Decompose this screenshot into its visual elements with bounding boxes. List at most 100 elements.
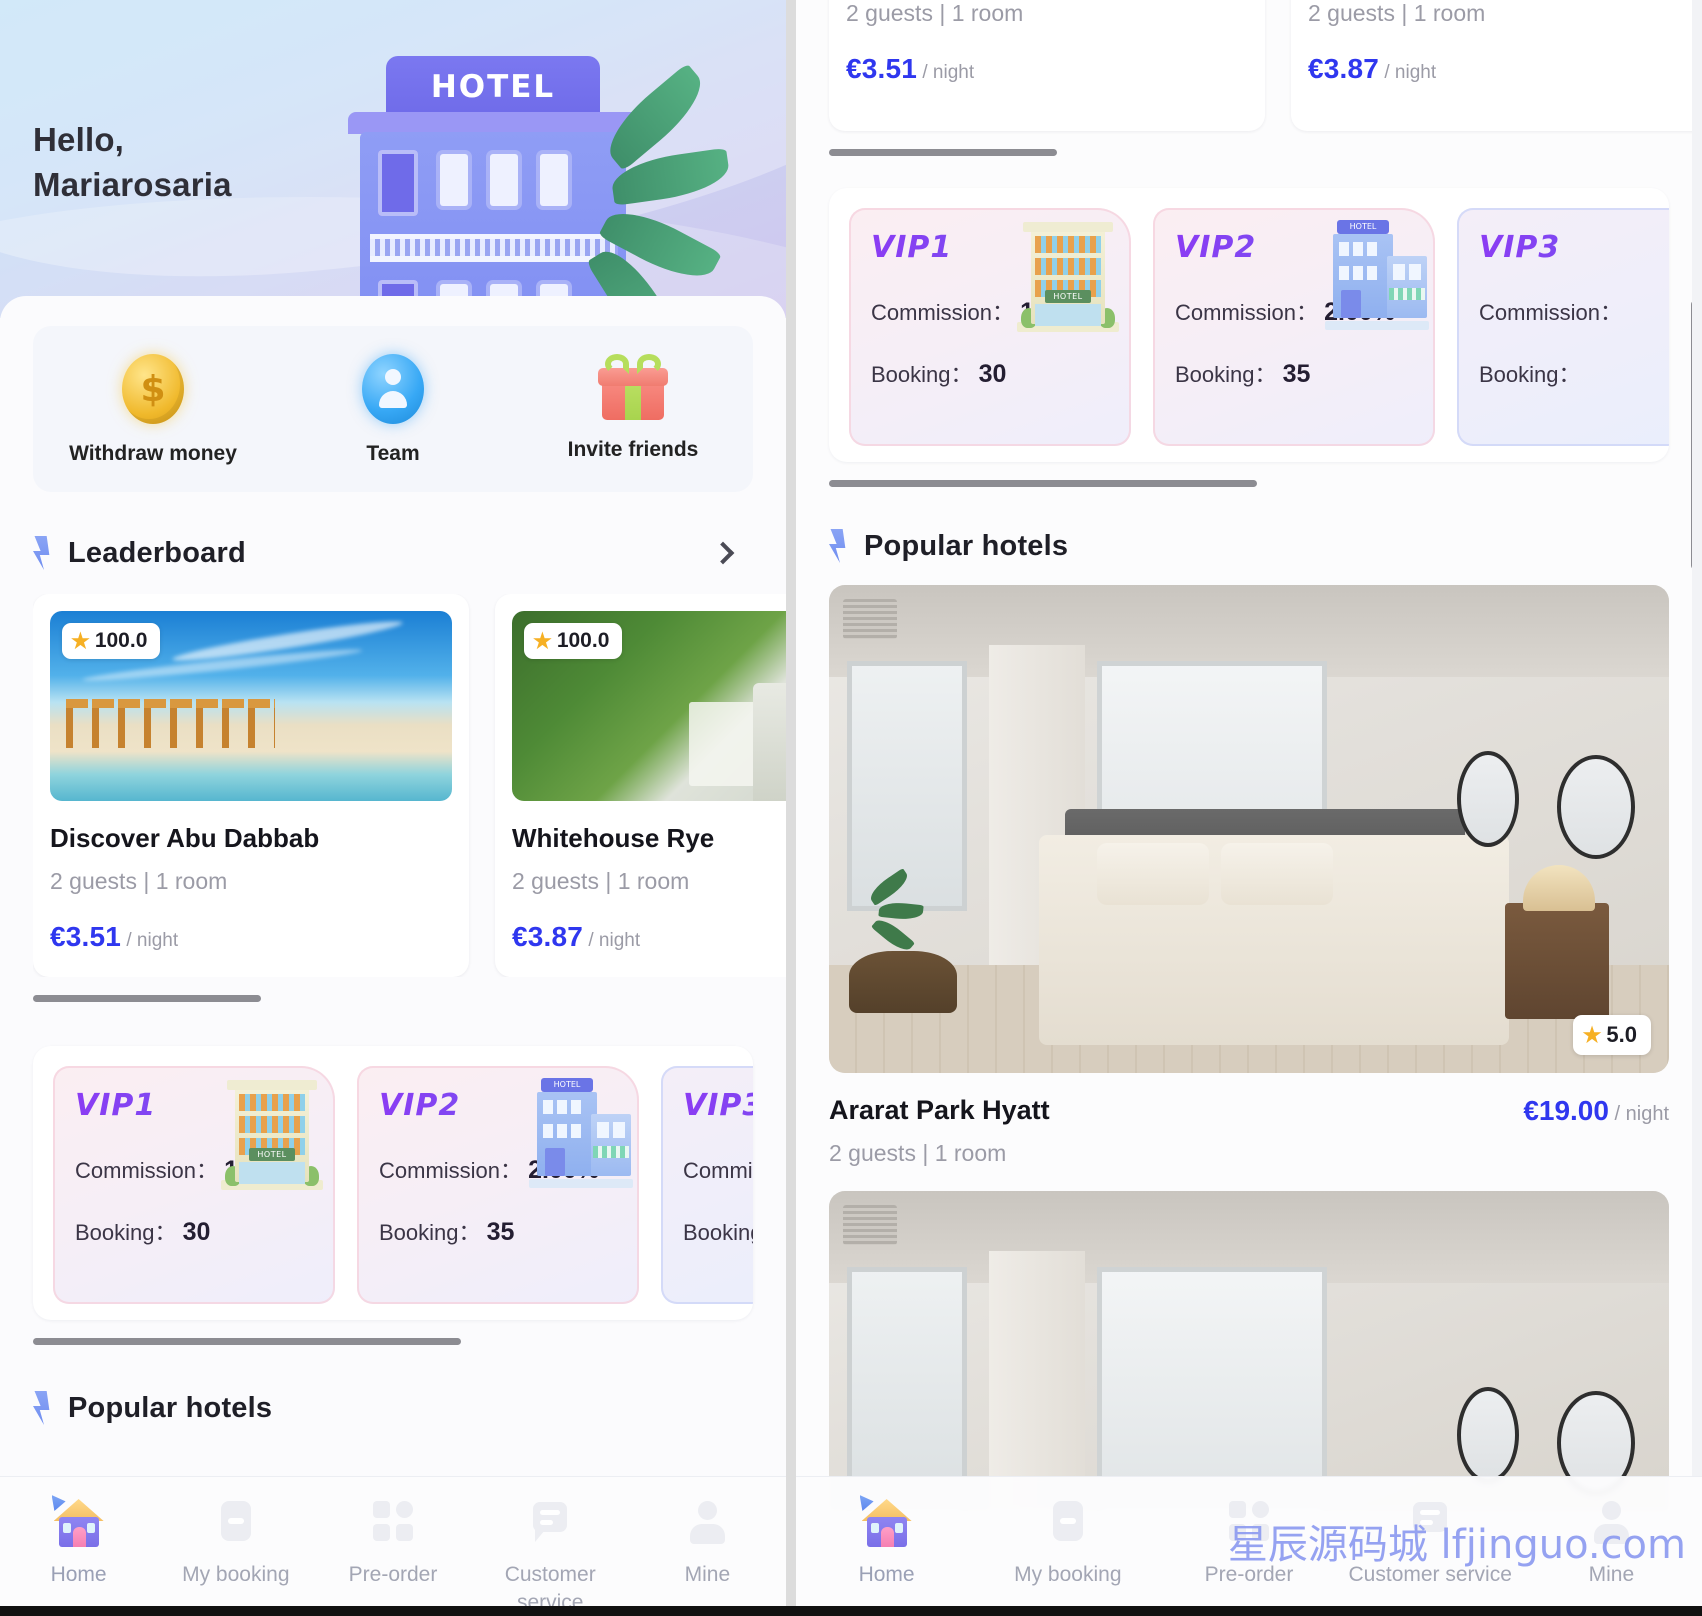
popular-hotels-header: Popular hotels [829,529,1669,563]
hotel-price-row: €3.51 / night [50,921,452,953]
booking-icon [209,1495,263,1549]
tab-my-booking[interactable]: My booking [157,1495,314,1589]
hotel-illustration-icon: HOTEL [324,56,732,318]
home-icon [51,1495,106,1549]
vip-booking-label: Booking： [1479,362,1581,387]
bottom-edge [0,1606,1702,1616]
quick-action-label: Team [366,442,420,465]
vip-card[interactable]: VIP2 HOTEL Commission： Booking： 35 [1153,208,1435,446]
bottom-tabbar: Home My booking Pre-order Customer servi… [0,1476,786,1616]
vip-levels-panel: VIP1 HOTEL Commission： 1.00% Booking： [829,188,1669,462]
tab-customer-service[interactable]: Customer service [472,1495,629,1616]
hotel-meta: 2 guests | 1 room [846,0,1024,26]
hotel-price-row: €3.51 / night [846,53,1248,107]
grid-icon [1222,1495,1276,1549]
leaderboard-title-group: Leaderboard [33,536,246,570]
leaderboard-card[interactable]: ★ 100.0 Discover Abu Dabbab 2 guests | 1… [33,594,469,977]
quick-action-withdraw-money[interactable]: $ Withdraw money [33,354,273,466]
hotel-thumbnail: ★ 100.0 [512,611,786,801]
vip-scrollbar[interactable] [829,480,1669,487]
vip-booking-row: Booking： 35 [379,1215,619,1247]
hotel-sign: HOTEL [386,56,600,118]
tab-pre-order[interactable]: Pre-order [314,1495,471,1589]
leaderboard-card[interactable]: 2 guests | 1 room €3.51 / night [829,0,1265,131]
vip-card[interactable]: VIP3 Commission： Booking： [661,1066,753,1304]
vip-commission-label: Commission： [683,1158,753,1183]
tab-home[interactable]: Home [0,1495,157,1589]
tab-label: Mine [1588,1563,1635,1586]
vip-scroller[interactable]: VIP1 HOTEL Commission： 1.00% [33,1066,753,1304]
vip-booking-label: Booking： [871,362,973,387]
leaderboard-scrollbar[interactable] [33,995,753,1002]
tab-pre-order[interactable]: Pre-order [1158,1495,1339,1589]
hotel-balcony [370,234,618,262]
vip-card[interactable]: VIP3 Commission： Booking： [1457,208,1669,446]
leaderboard-card[interactable]: ★ 100.0 Whitehouse Rye 2 guests | 1 room… [495,594,786,977]
chevron-right-icon[interactable] [711,541,735,565]
popular-hotel-card[interactable]: ★ 5.0 Ararat Park Hyatt 2 guests | 1 roo… [829,585,1669,1167]
chat-icon [1403,1495,1457,1549]
rating-value: 100.0 [556,629,610,652]
hotel-window [540,154,568,206]
leaderboard-scrollbar[interactable] [829,149,1669,156]
vip-card[interactable]: VIP1 HOTEL Commission： 1.00% [53,1066,335,1304]
tab-mine[interactable]: Mine [629,1495,786,1589]
user-icon [1584,1495,1638,1549]
left-phone-panel: Hello, Mariarosaria HOTEL $ Withdraw mon… [0,0,786,1616]
rating-badge: ★ 100.0 [62,623,161,659]
tab-mine[interactable]: Mine [1521,1495,1702,1589]
hotel-price-unit: / night [126,930,179,951]
screenshot-root: Hello, Mariarosaria HOTEL $ Withdraw mon… [0,0,1702,1616]
vip-booking-row: Booking： 30 [871,357,1111,389]
grid-icon [366,1495,420,1549]
vip-booking-value: 30 [978,360,1007,388]
hotel-price: €3.87 [1308,53,1380,84]
chat-icon [523,1495,577,1549]
vip-commission-label: Commission： [379,1158,523,1183]
scrollbar-track[interactable] [1692,0,1702,1616]
hotel-sign-text: HOTEL [430,69,556,105]
bolt-icon [33,536,52,570]
hotel-meta: 2 guests | 1 room [1308,0,1486,26]
vip-booking-label: Booking： [379,1220,481,1245]
hotel-price-unit: / night [588,930,641,951]
leaderboard-scroller[interactable]: ★ 100.0 Discover Abu Dabbab 2 guests | 1… [33,594,786,977]
quick-action-label: Invite friends [567,438,699,461]
hotel-price: €3.51 [846,53,918,84]
tab-customer-service[interactable]: Customer service [1340,1495,1521,1589]
hotel-price-unit: / night [1384,62,1437,83]
quick-action-team[interactable]: Team [273,354,513,466]
rating-badge: ★ 5.0 [1572,1015,1651,1055]
tab-label: My booking [182,1563,290,1586]
vip-scrollbar[interactable] [33,1338,753,1345]
star-icon: ★ [71,629,90,653]
vip-commission-label: Commission： [75,1158,219,1183]
palm-leaves-icon [582,63,772,318]
coin-icon: $ [122,354,184,424]
vip-commission-row: Commission： [683,1153,753,1185]
hotel-name: Whitehouse Rye [512,823,715,853]
popular-hotel-card[interactable] [829,1191,1669,1511]
bottom-tabbar: Home My booking Pre-order Customer servi… [796,1476,1702,1616]
hotel-window [490,154,518,206]
quick-action-invite-friends[interactable]: Invite friends [513,354,753,466]
home-icon [859,1495,914,1549]
hotel-photo: ★ 5.0 [829,585,1669,1073]
user-icon [680,1495,734,1549]
tab-label: Pre-order [348,1563,438,1586]
rating-badge: ★ 100.0 [524,623,623,659]
tab-label: My booking [1014,1563,1122,1586]
vip-card[interactable]: VIP2 HOTEL Commission： Booking： 35 [357,1066,639,1304]
rating-value: 5.0 [1606,1022,1637,1047]
vip-booking-value: 35 [486,1218,515,1246]
tab-home[interactable]: Home [796,1495,977,1589]
hotel-price-unit: / night [922,62,975,83]
hotel-text-group: Ararat Park Hyatt 2 guests | 1 room [829,1095,1050,1167]
tab-my-booking[interactable]: My booking [977,1495,1158,1589]
leaderboard-card[interactable]: 2 guests | 1 room €3.87 / night [1291,0,1702,131]
vip-card[interactable]: VIP1 HOTEL Commission： 1.00% Booking： [849,208,1131,446]
vip-scroller[interactable]: VIP1 HOTEL Commission： 1.00% Booking： [829,208,1669,446]
hero-banner: Hello, Mariarosaria HOTEL [0,0,786,318]
vip-booking-row: Booking： [1479,357,1669,389]
leaderboard-scroller-cropped[interactable]: 2 guests | 1 room €3.51 / night 2 guests… [796,0,1702,131]
